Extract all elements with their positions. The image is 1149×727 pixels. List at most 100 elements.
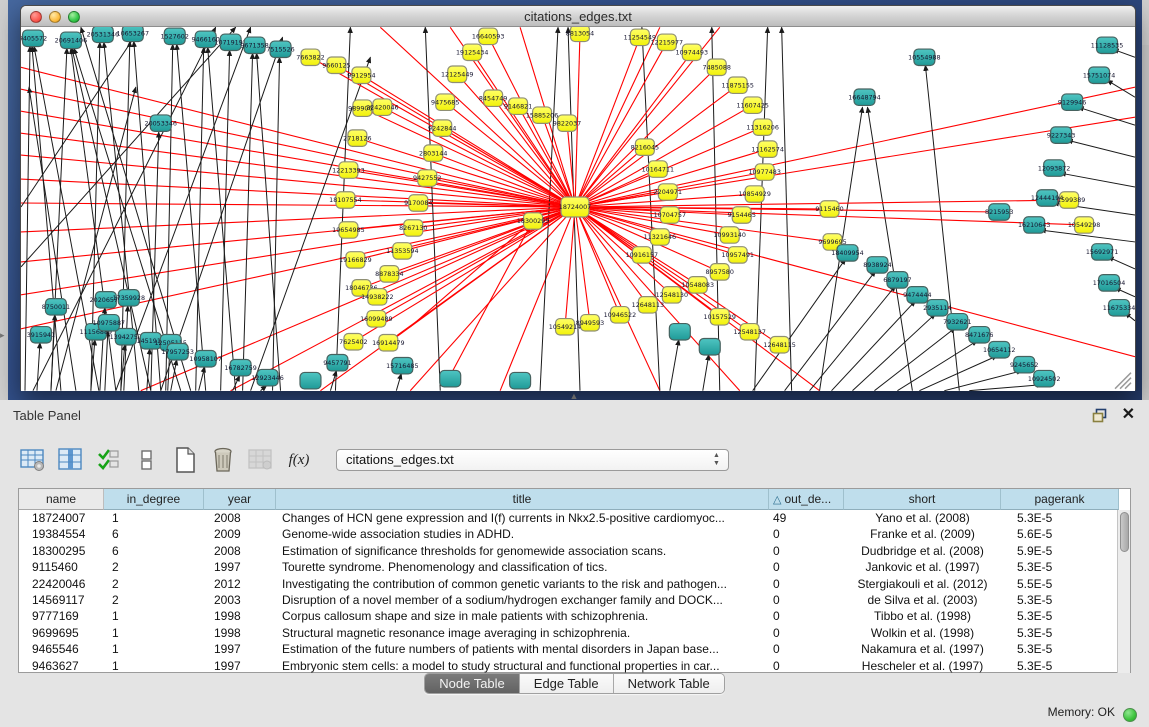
select-rows-icon[interactable] (94, 444, 124, 476)
graph-node[interactable]: 20531346 (87, 27, 119, 43)
column-header-indegree[interactable]: in_degree (104, 489, 204, 510)
graph-node[interactable]: 15692971 (1086, 244, 1118, 260)
table-mode-icon[interactable] (18, 444, 48, 476)
graph-node[interactable]: 10549298 (1068, 217, 1100, 233)
graph-node[interactable]: 12213393 (332, 162, 364, 178)
table-row[interactable]: 1456911722003Disruption of a novel membe… (19, 592, 1130, 608)
edge[interactable] (410, 207, 575, 391)
graph-node[interactable]: 9227343 (1047, 127, 1075, 143)
graph-node[interactable]: 11353594 (386, 243, 418, 259)
graph-node[interactable]: 8813054 (566, 27, 594, 42)
graph-node[interactable] (699, 339, 720, 355)
graph-node[interactable]: 8750011 (42, 299, 70, 315)
graph-node[interactable]: 6879197 (883, 272, 911, 288)
column-header-title[interactable]: title (276, 489, 769, 510)
edge[interactable] (29, 87, 76, 390)
gutter-collapse-icon[interactable]: ▸ (0, 330, 5, 341)
graph-node[interactable]: 8215953 (985, 204, 1013, 220)
column-header-short[interactable]: short (844, 489, 1001, 510)
edge[interactable] (105, 331, 108, 391)
graph-node[interactable] (300, 372, 321, 388)
graph-node[interactable]: 10977483 (748, 164, 780, 180)
edge[interactable] (925, 65, 959, 390)
table-row[interactable]: 969969511998Structural magnetic resonanc… (19, 625, 1130, 641)
graph-node[interactable]: 2935114 (923, 300, 951, 316)
graph-node[interactable]: 9457791 (323, 354, 351, 370)
citation-graph[interactable]: 9405572206914062053134610653267152760294… (21, 27, 1135, 391)
graph-node[interactable]: 7932621 (943, 314, 971, 330)
graph-node[interactable]: 10554988 (908, 49, 940, 65)
edge[interactable] (1060, 173, 1135, 187)
edge[interactable] (575, 42, 667, 207)
graph-node[interactable]: 12548137 (733, 324, 765, 340)
graph-node[interactable]: 10704757 (654, 207, 686, 223)
graph-node[interactable]: 10957491 (721, 247, 753, 263)
table-row[interactable]: 1938455462009Genome-wide association stu… (19, 526, 1130, 542)
edge[interactable] (1078, 107, 1135, 125)
edge[interactable] (565, 207, 575, 327)
graph-node[interactable]: 17016504 (1093, 275, 1125, 291)
function-builder-icon[interactable]: f(x) (284, 444, 314, 476)
column-header-name[interactable]: name (19, 489, 104, 510)
edge[interactable] (897, 341, 977, 391)
graph-node[interactable]: 10654112 (983, 342, 1015, 358)
graph-node[interactable]: 10974493 (676, 44, 708, 60)
edge[interactable] (196, 47, 204, 390)
graph-node[interactable]: 10157529 (704, 309, 736, 325)
hub-node[interactable]: 18724007 (559, 197, 591, 217)
graph-node[interactable]: 20691406 (55, 32, 87, 48)
column-header-year[interactable]: year (204, 489, 276, 510)
graph-node[interactable]: 8938924 (863, 257, 891, 273)
table-row[interactable]: 946362711997Embryonic stem cells: a mode… (19, 658, 1130, 674)
edge[interactable] (273, 57, 280, 390)
new-table-icon[interactable] (170, 444, 200, 476)
graph-node[interactable]: 15716485 (386, 357, 418, 373)
edge[interactable] (969, 385, 1042, 391)
table-selector-dropdown[interactable]: citations_edges.txt ▲▼ (336, 449, 729, 471)
edge[interactable] (452, 226, 530, 372)
tab-edge-table[interactable]: Edge Table (520, 674, 614, 693)
graph-node[interactable]: 9671358 (240, 37, 268, 53)
edge[interactable] (233, 376, 240, 391)
edge[interactable] (25, 46, 30, 390)
graph-node[interactable]: 11607425 (736, 97, 768, 113)
table-row[interactable]: 977716911998Corpus callosum shape and si… (19, 608, 1130, 624)
table-row[interactable]: 1830029562008Estimation of significance … (19, 543, 1130, 559)
float-panel-icon[interactable] (1092, 408, 1108, 423)
graph-node[interactable]: 9405572 (21, 30, 47, 46)
graph-node[interactable]: 16914479 (372, 335, 404, 351)
show-columns-icon[interactable] (56, 444, 86, 476)
graph-node[interactable]: 19166829 (339, 252, 371, 268)
graph-node[interactable] (440, 370, 461, 386)
column-header-pagerank[interactable]: pagerank (1001, 489, 1119, 510)
graph-node[interactable]: 10946522 (604, 307, 636, 323)
window-titlebar[interactable]: citations_edges.txt (21, 6, 1135, 27)
tab-node-table[interactable]: Node Table (425, 674, 520, 693)
edge[interactable] (1067, 140, 1135, 157)
graph-node[interactable]: 11675334 (1103, 300, 1135, 316)
column-header-outde[interactable]: △out_de... (769, 489, 844, 510)
graph-node[interactable]: 7515526 (266, 41, 294, 57)
graph-node[interactable]: 8957580 (706, 264, 734, 280)
delete-entries-icon[interactable] (208, 444, 238, 476)
graph-node[interactable]: 9129946 (1058, 94, 1086, 110)
graph-node[interactable]: 12648113 (632, 297, 664, 313)
graph-node[interactable]: 9474444 (903, 287, 931, 303)
edge[interactable] (1107, 80, 1135, 97)
edge[interactable] (832, 301, 916, 391)
graph-node[interactable]: 12125449 (441, 66, 473, 82)
scrollbar-thumb[interactable] (1120, 512, 1129, 552)
graph-node[interactable]: 20053346 (145, 115, 177, 131)
vertical-scrollbar[interactable] (1117, 510, 1130, 673)
edge[interactable] (396, 374, 401, 391)
edge[interactable] (853, 314, 936, 391)
graph-node[interactable]: 19125434 (456, 44, 488, 60)
edge[interactable] (433, 153, 575, 207)
graph-node[interactable]: 11875155 (721, 77, 753, 93)
graph-node[interactable] (669, 324, 690, 340)
graph-node[interactable]: 7485088 (703, 59, 731, 75)
edge[interactable] (867, 107, 912, 390)
graph-node[interactable]: 11162574 (751, 141, 783, 157)
close-panel-icon[interactable]: ✕ (1122, 406, 1135, 424)
table-row[interactable]: 2242004622012Investigating the contribut… (19, 576, 1130, 592)
